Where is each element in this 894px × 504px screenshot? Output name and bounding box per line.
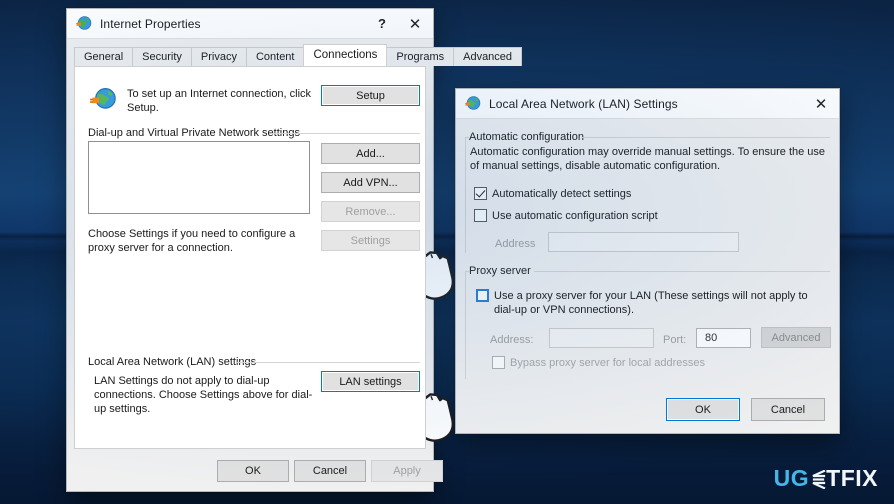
checkbox-icon (492, 356, 505, 369)
bypass-proxy-label: Bypass proxy server for local addresses (510, 357, 706, 369)
proxy-server-label: Proxy server (469, 265, 531, 277)
use-config-script-label: Use automatic configuration script (492, 210, 658, 222)
tab-content[interactable]: Content (245, 47, 305, 66)
desktop-background: Internet Properties ? ✕ General Security… (0, 0, 894, 504)
tab-advanced[interactable]: Advanced (453, 47, 523, 66)
connections-tab-panel: To set up an Internet connection, click … (74, 66, 426, 449)
lan-settings-window-controls: ✕ (803, 89, 839, 118)
lan-ok-button[interactable]: OK (666, 398, 740, 421)
watermark-text-ug: UG (773, 465, 810, 491)
lan-settings-button[interactable]: LAN settings (321, 371, 420, 392)
help-button[interactable]: ? (367, 9, 397, 38)
automatic-configuration-label: Automatic configuration (469, 131, 584, 143)
advanced-button: Advanced (761, 327, 831, 348)
watermark-stylized-e-icon (809, 469, 826, 490)
apply-button: Apply (371, 460, 443, 482)
auto-detect-settings-checkbox-row[interactable]: Automatically detect settings (474, 187, 631, 201)
lan-cancel-button[interactable]: Cancel (751, 398, 825, 421)
dialup-settings-button: Settings (321, 230, 420, 251)
add-button[interactable]: Add... (321, 143, 420, 164)
lan-settings-window: Local Area Network (LAN) Settings ✕ Auto… (455, 88, 840, 434)
auto-detect-settings-label: Automatically detect settings (492, 188, 632, 200)
internet-properties-titlebar[interactable]: Internet Properties ? ✕ (67, 9, 433, 39)
remove-button: Remove... (321, 201, 420, 222)
proxy-port-input: 80 (696, 328, 751, 348)
tab-connections[interactable]: Connections (303, 44, 388, 66)
dialup-group-label: Dial-up and Virtual Private Network sett… (88, 127, 300, 139)
script-address-label: Address (495, 238, 536, 250)
internet-properties-title: Internet Properties (100, 16, 201, 31)
lan-group-rule (236, 362, 420, 363)
tab-general[interactable]: General (74, 47, 134, 66)
globe-plug-icon (76, 16, 92, 30)
use-proxy-label: Use a proxy server for your LAN (These s… (494, 290, 808, 316)
proxy-rule-vertical (465, 271, 466, 379)
checkbox-icon[interactable] (474, 187, 487, 200)
bypass-proxy-checkbox-row: Bypass proxy server for local addresses (492, 356, 705, 370)
tab-security[interactable]: Security (132, 47, 192, 66)
globe-plug-icon (90, 88, 116, 109)
script-address-input (548, 232, 739, 252)
internet-properties-tabs: General Security Privacy Content Connect… (74, 44, 523, 66)
tab-privacy[interactable]: Privacy (190, 47, 247, 66)
internet-properties-window: Internet Properties ? ✕ General Security… (66, 8, 523, 492)
checkbox-icon[interactable] (474, 209, 487, 222)
setup-button[interactable]: Setup (321, 85, 420, 106)
use-proxy-checkbox-row[interactable]: Use a proxy server for your LAN (These s… (476, 289, 826, 317)
checkbox-icon[interactable] (476, 289, 489, 302)
use-config-script-checkbox-row[interactable]: Use automatic configuration script (474, 209, 658, 223)
cancel-button[interactable]: Cancel (294, 460, 366, 482)
close-icon[interactable]: ✕ (803, 89, 839, 118)
add-vpn-button[interactable]: Add VPN... (321, 172, 420, 193)
lan-group-label: Local Area Network (LAN) settings (88, 356, 257, 368)
tab-programs[interactable]: Programs (386, 47, 455, 66)
close-icon[interactable]: ✕ (397, 9, 433, 38)
proxy-address-label: Address: (490, 334, 534, 346)
autoconf-rule-right (582, 137, 830, 138)
autoconf-rule-vertical (465, 137, 466, 253)
watermark-text-fix: TFIX (826, 465, 878, 491)
lan-hint: LAN Settings do not apply to dial-up con… (94, 375, 313, 415)
dialup-group-rule (271, 133, 420, 134)
ugetfix-watermark: UG TFIX (774, 467, 878, 490)
lan-settings-title: Local Area Network (LAN) Settings (489, 96, 678, 111)
ok-button[interactable]: OK (217, 460, 289, 482)
setup-description: To set up an Internet connection, click … (127, 88, 312, 114)
proxy-address-input (549, 328, 654, 348)
dialup-hint: Choose Settings if you need to configure… (88, 228, 296, 254)
internet-properties-footer: OK Cancel Apply (68, 450, 443, 490)
automatic-configuration-description: Automatic configuration may override man… (470, 146, 826, 172)
internet-properties-window-controls: ? ✕ (367, 9, 433, 38)
proxy-port-label: Port: (663, 334, 687, 346)
dialup-connections-list[interactable] (88, 141, 310, 214)
globe-plug-icon (465, 96, 481, 110)
lan-settings-titlebar[interactable]: Local Area Network (LAN) Settings ✕ (456, 89, 839, 119)
proxy-rule-right (534, 271, 830, 272)
